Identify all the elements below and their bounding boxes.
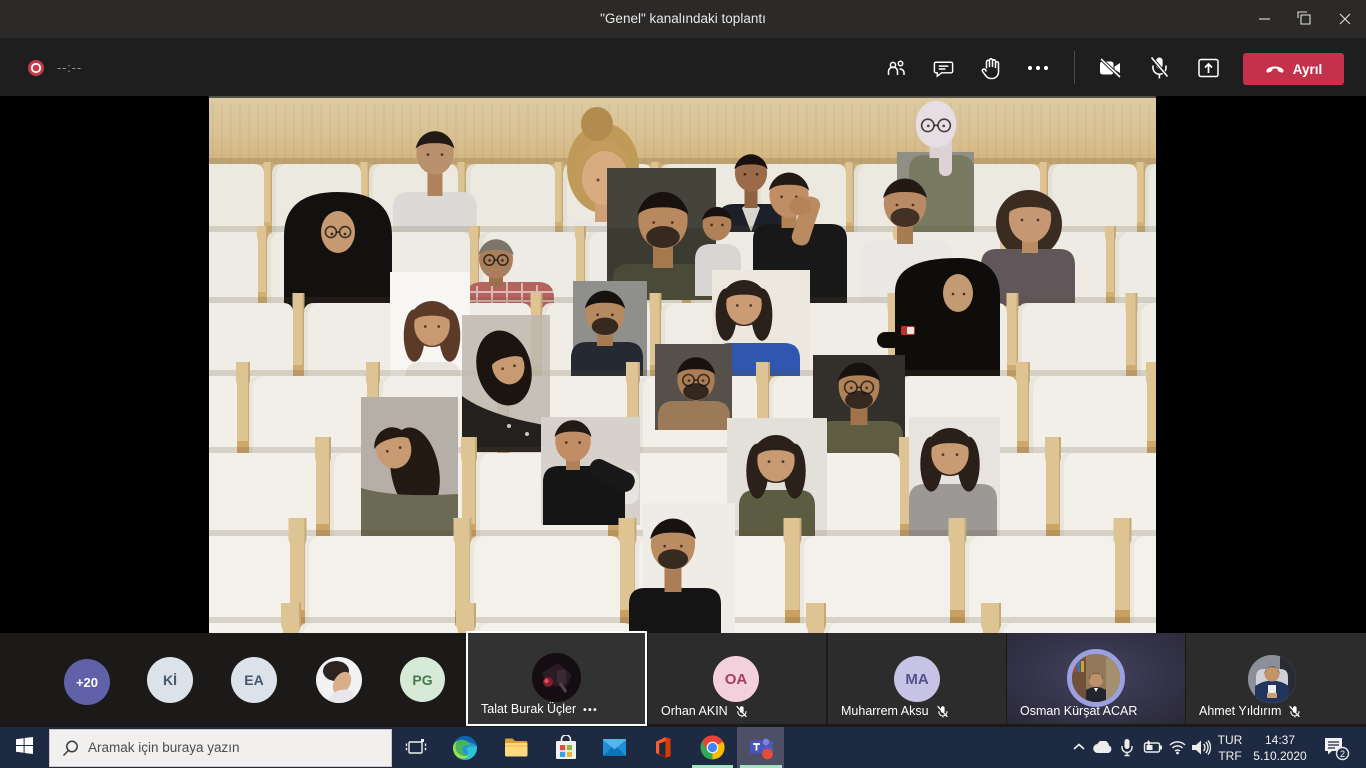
svg-text:2: 2 xyxy=(1340,749,1345,759)
